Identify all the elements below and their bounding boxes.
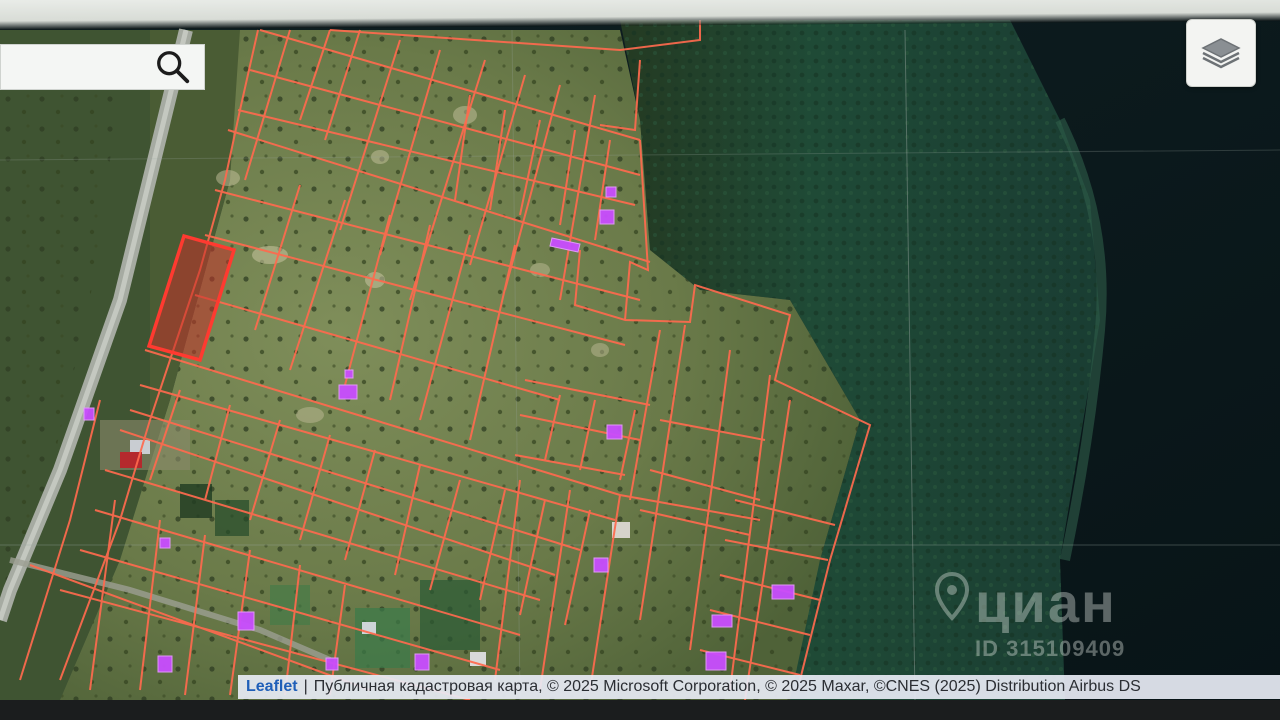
screen-bottom-edge	[0, 700, 1280, 720]
attribution-separator: |	[303, 678, 308, 695]
layers-button[interactable]	[1186, 19, 1256, 87]
satellite-imagery	[0, 0, 1280, 720]
layers-icon	[1201, 38, 1241, 69]
leaflet-link[interactable]: Leaflet	[246, 678, 298, 696]
attribution-text: Публичная кадастровая карта, © 2025 Micr…	[313, 678, 1141, 695]
map-view[interactable]: циан ID 315109409 Leaflet | Публичная ка…	[0, 0, 1280, 720]
search-input[interactable]	[1, 45, 151, 89]
map-attribution: Leaflet | Публичная кадастровая карта, ©…	[238, 675, 1280, 699]
search-icon[interactable]	[154, 48, 192, 86]
search-bar[interactable]	[0, 44, 205, 90]
